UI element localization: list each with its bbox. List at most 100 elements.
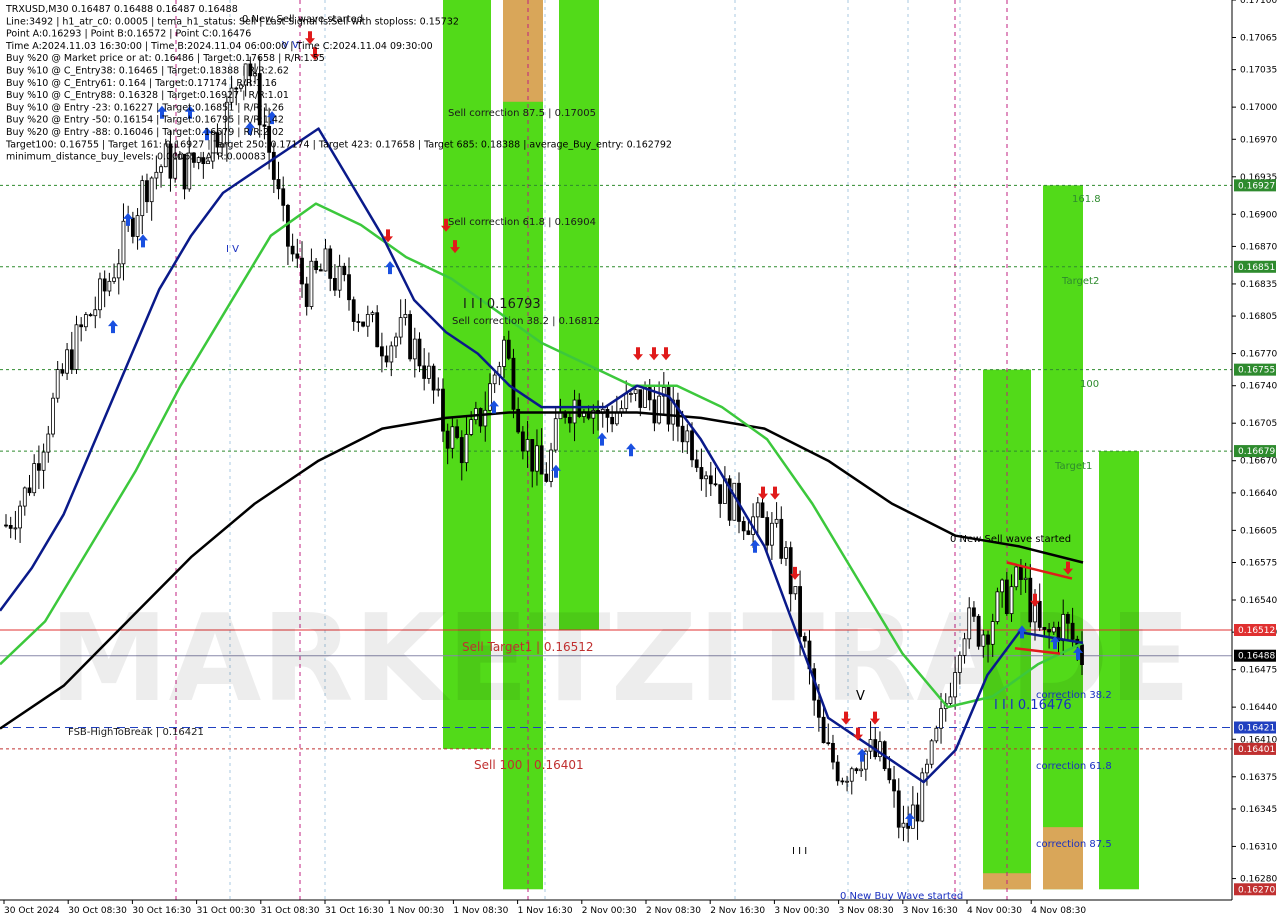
candle-body — [375, 312, 380, 348]
y-tick-label: 0.16870 — [1240, 242, 1277, 252]
y-tick-label: 0.16740 — [1240, 382, 1277, 392]
candle-body — [831, 742, 835, 763]
candle-body — [976, 615, 981, 647]
candle-body — [323, 248, 328, 272]
candle-body — [46, 433, 51, 453]
candle-body — [1028, 577, 1033, 623]
candle-body — [318, 269, 323, 272]
candle-body — [1009, 586, 1014, 615]
candle-body — [525, 439, 530, 452]
candle-body — [694, 459, 699, 468]
info-line: Buy %20 @ Market price or at: 0.16486 | … — [6, 53, 325, 64]
candle-body — [304, 283, 309, 307]
sell-arrow-icon — [661, 347, 671, 361]
candle-body — [60, 369, 65, 374]
price-tag-label: 0.16488 — [1238, 652, 1275, 662]
info-line: Buy %10 @ C_Entry88: 0.16328 | Target:0.… — [6, 90, 289, 101]
x-tick-label: 4 Nov 08:30 — [1031, 906, 1086, 916]
zone-3 — [559, 0, 599, 630]
candle-body — [934, 727, 939, 742]
x-tick-label: 31 Oct 00:30 — [197, 906, 256, 916]
candle-body — [784, 547, 788, 559]
candle-body — [107, 280, 112, 292]
candle-body — [1042, 627, 1047, 630]
candle-body — [1004, 579, 1009, 615]
candle-body — [426, 365, 431, 379]
y-tick-label: 0.16835 — [1240, 280, 1277, 290]
info-line: TRXUSD,M30 0.16487 0.16488 0.16487 0.164… — [5, 4, 238, 15]
candle-body — [450, 426, 455, 449]
candle-body — [1066, 614, 1070, 624]
candle-body — [760, 502, 765, 518]
price-tag-label: 0.16401 — [1238, 745, 1275, 755]
sell-target1-label: Sell Target1 | 0.16512 — [462, 640, 594, 654]
correction-618-label: correction 61.8 — [1036, 761, 1112, 772]
y-tick-label: 0.16540 — [1240, 596, 1277, 606]
candle-body — [459, 437, 464, 464]
candle-body — [1051, 626, 1056, 633]
candle-body — [925, 763, 929, 774]
buy-arrow-icon — [138, 234, 148, 248]
candle-body — [55, 369, 60, 399]
y-tick-label: 0.16670 — [1240, 457, 1277, 467]
chart-window: MARKETZITRADE 0 New Sell wave started Se… — [0, 0, 1280, 920]
candle-body — [614, 412, 619, 425]
candle-body — [967, 607, 972, 640]
candle-body — [112, 277, 116, 282]
candle-body — [483, 409, 488, 427]
sell-arrow-icon — [633, 347, 643, 361]
candle-body — [835, 761, 840, 782]
candle-body — [74, 324, 79, 370]
y-tick-label: 0.16345 — [1240, 805, 1277, 815]
candle-body — [379, 346, 384, 357]
time-axis[interactable]: 30 Oct 2024 30 Oct 08:30 30 Oct 16:30 31 Oc… — [0, 899, 1232, 916]
candle-body — [633, 389, 638, 394]
y-tick-label: 0.16375 — [1240, 773, 1277, 783]
y-tick-label: 0.16640 — [1240, 489, 1277, 499]
info-line: Buy %10 @ Entry -23: 0.16227 | Target:0.… — [6, 102, 284, 113]
candle-body — [295, 253, 300, 259]
price-tag-label: 0.16927 — [1238, 181, 1275, 191]
target-1618-label: 161.8 — [1072, 194, 1101, 205]
candle-body — [431, 365, 436, 391]
candle-body — [398, 317, 403, 338]
y-tick-label: 0.16805 — [1240, 312, 1277, 322]
candle-body — [441, 388, 445, 432]
x-tick-label: 3 Nov 16:30 — [903, 906, 958, 916]
level-16793-label: I I I 0.16793 — [463, 297, 541, 312]
y-tick-label: 0.16970 — [1240, 135, 1277, 145]
candle-body — [854, 768, 859, 772]
info-line: Buy %20 @ Entry -50: 0.16154 | Target:0.… — [6, 115, 284, 126]
candle-body — [652, 399, 657, 424]
candle-body — [389, 345, 394, 363]
buy-arrow-icon — [750, 539, 760, 553]
y-tick-label: 0.16605 — [1240, 526, 1277, 536]
candle-body — [553, 418, 558, 451]
candle-body — [567, 417, 572, 424]
candle-body — [995, 591, 1000, 622]
y-tick-label: 0.16575 — [1240, 559, 1277, 569]
price-tag-label: 0.16755 — [1238, 366, 1275, 376]
candle-body — [276, 179, 281, 190]
y-tick-label: 0.16440 — [1240, 703, 1277, 713]
candle-body — [530, 439, 535, 472]
candle-body — [337, 265, 342, 291]
candle-body — [986, 634, 990, 645]
wave-iv-label: I V — [226, 244, 239, 255]
y-tick-label: 0.17100 — [1240, 0, 1277, 6]
candle-body — [816, 699, 821, 718]
x-tick-label: 31 Oct 08:30 — [261, 906, 320, 916]
candle-body — [629, 393, 633, 395]
candle-body — [417, 338, 422, 367]
candle-body — [1000, 579, 1005, 593]
sell-100-label: Sell 100 | 0.16401 — [474, 758, 584, 772]
candle-body — [685, 430, 690, 443]
candle-body — [929, 740, 934, 765]
price-chart[interactable]: MARKETZITRADE 0 New Sell wave started Se… — [0, 0, 1280, 920]
x-tick-label: 1 Nov 16:30 — [518, 906, 573, 916]
candle-body — [13, 527, 18, 530]
x-tick-label: 2 Nov 00:30 — [582, 906, 637, 916]
x-tick-label: 3 Nov 08:30 — [839, 906, 894, 916]
candle-body — [990, 621, 995, 645]
y-tick-label: 0.16310 — [1240, 842, 1277, 852]
